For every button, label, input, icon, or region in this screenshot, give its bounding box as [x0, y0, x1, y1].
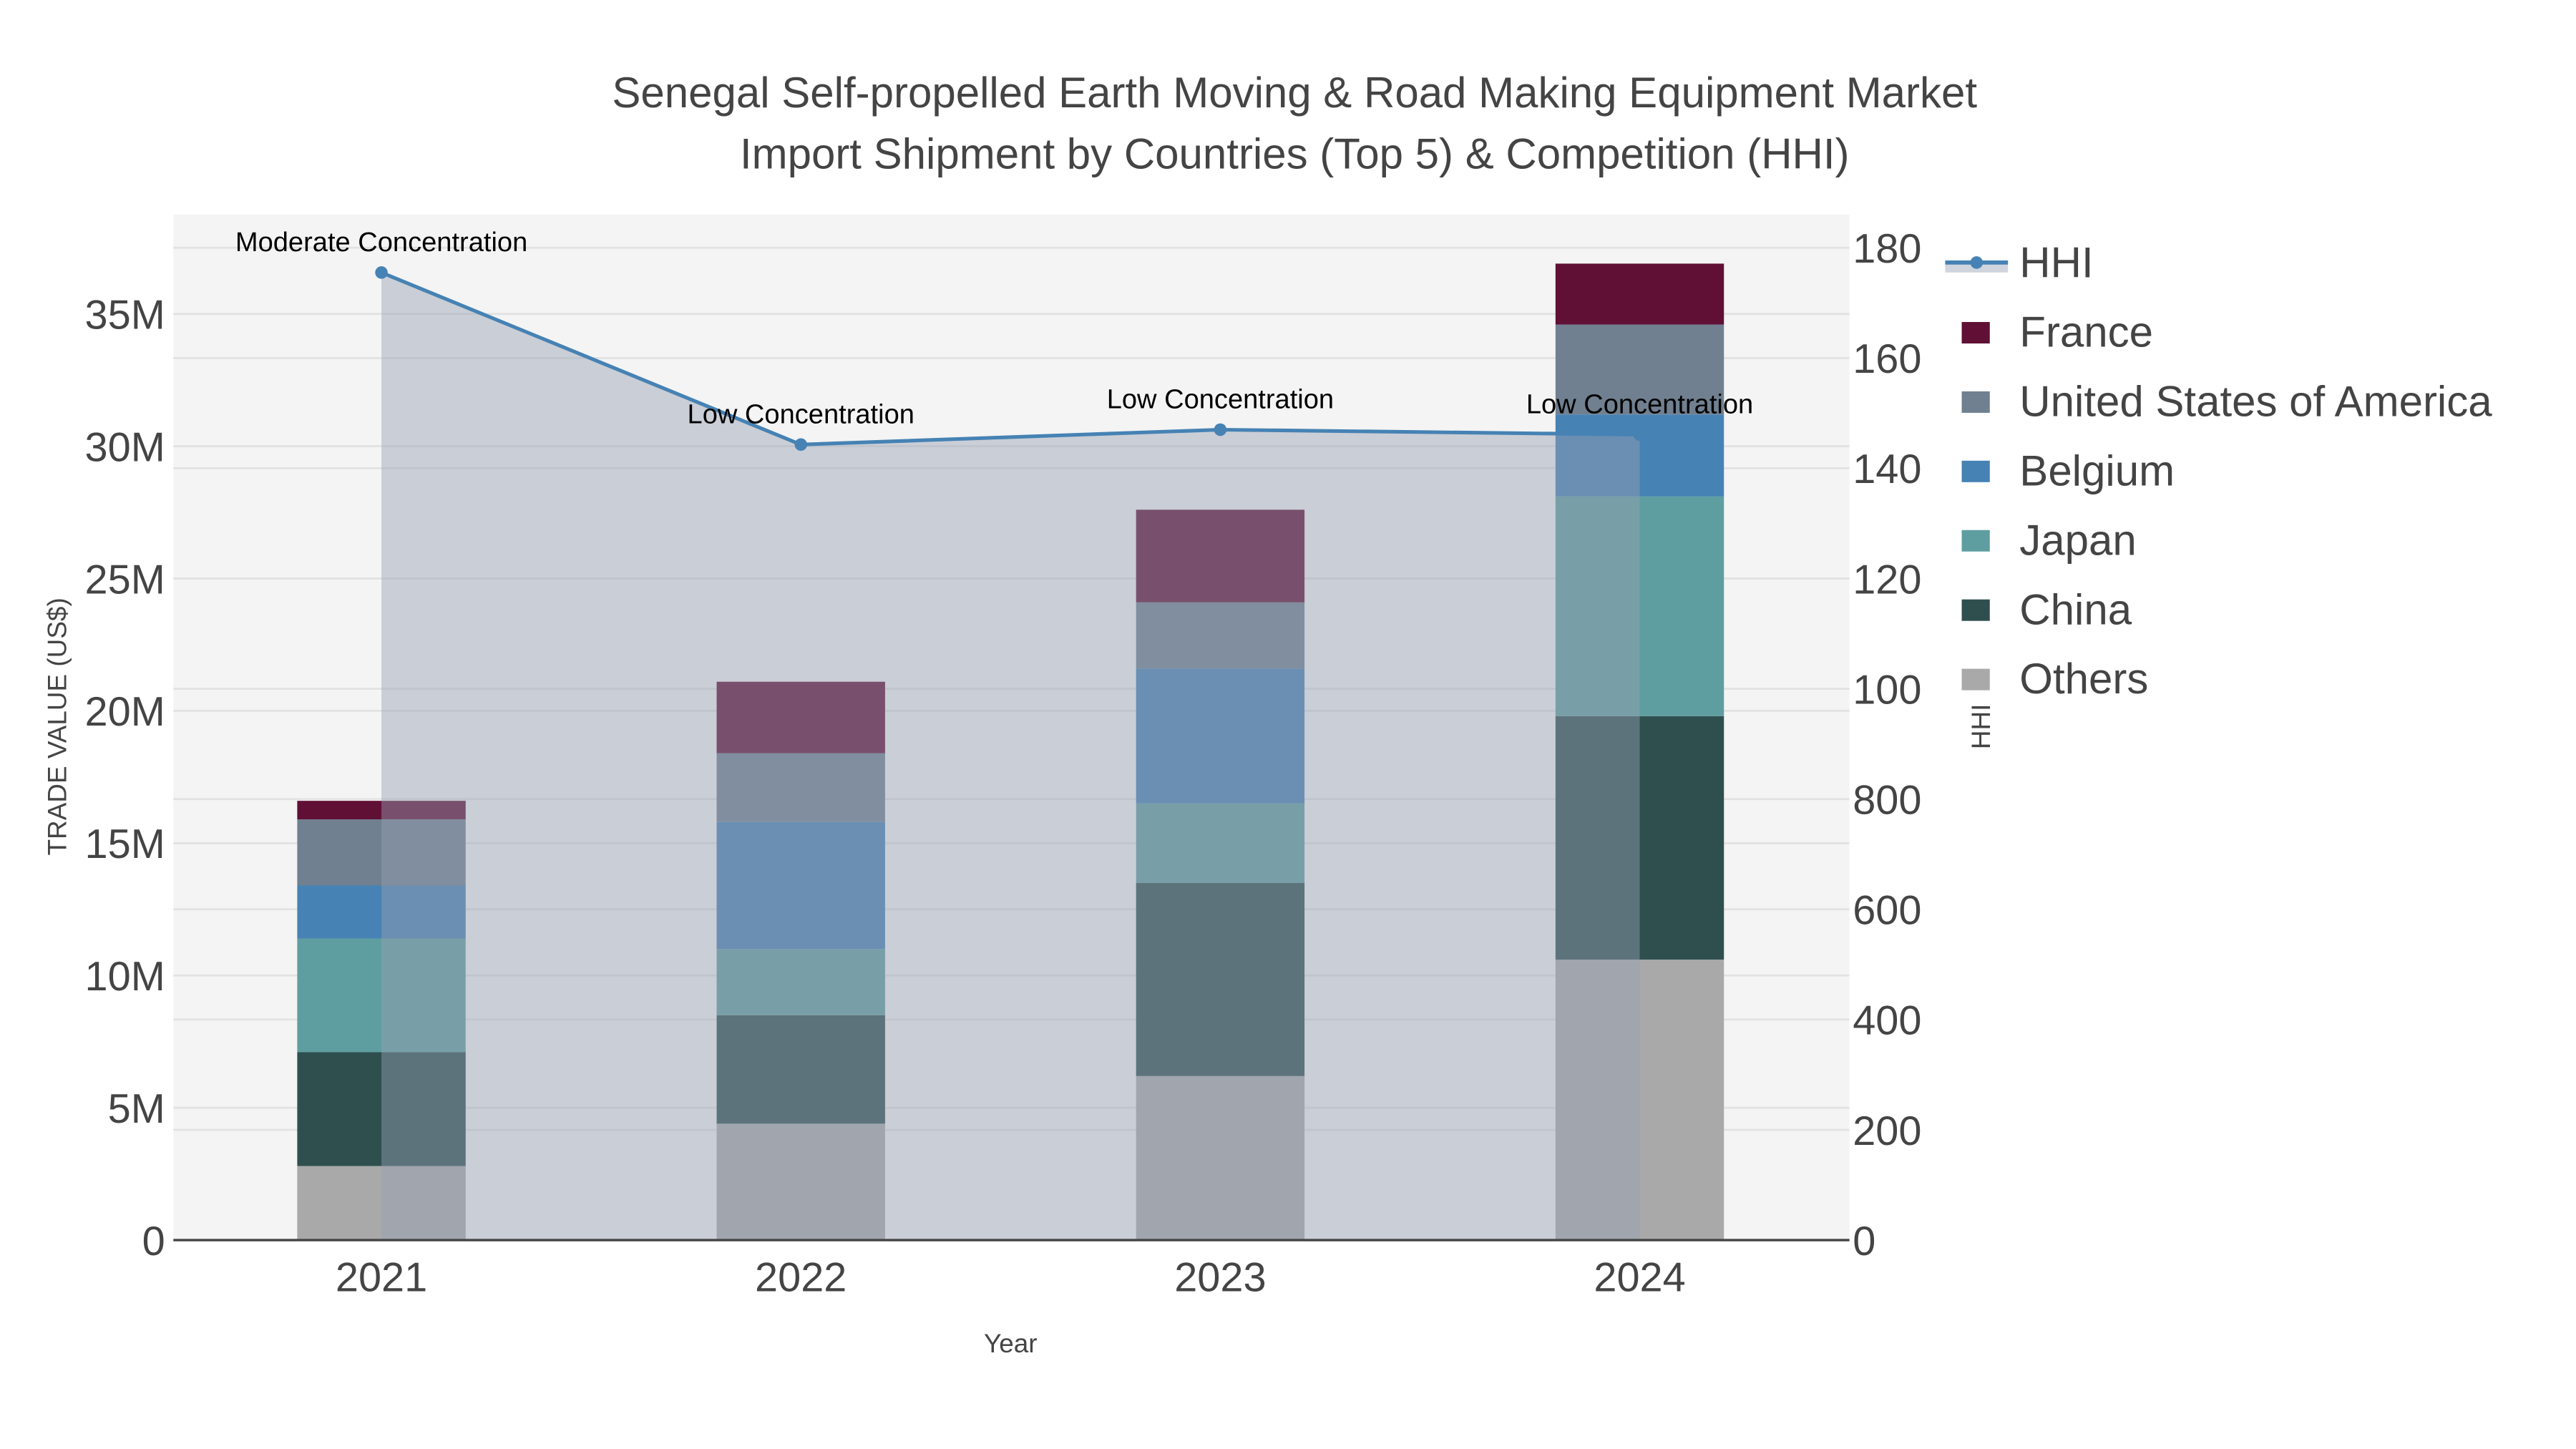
hhi-point — [1214, 423, 1227, 436]
y2-tick-label: 140 — [1853, 447, 1921, 492]
legend: HHI France United States of America Belgium… — [1945, 239, 2492, 703]
x-tick-label: 2022 — [755, 1255, 847, 1301]
y-tick-label: 25M — [85, 557, 165, 602]
legend-swatch-others — [1961, 668, 1990, 691]
hhi-point — [1633, 428, 1646, 441]
hhi-point — [375, 266, 388, 279]
legend-swatch-belgium — [1961, 460, 1990, 482]
legend-swatch-united-states-of-america — [1961, 391, 1990, 413]
y2-tick-label: 160 — [1853, 336, 1921, 382]
hhi-point — [794, 438, 807, 452]
y-tick-label: 5M — [108, 1086, 165, 1132]
legend-label: United States of America — [2019, 378, 2492, 426]
x-tick-label: 2023 — [1174, 1255, 1266, 1301]
y2-tick-label: 200 — [1853, 1108, 1921, 1154]
y-tick-label: 35M — [85, 292, 165, 338]
y-tick-label: 20M — [85, 689, 165, 735]
y2-tick-label: 0 — [1853, 1219, 1875, 1264]
chart-title-line-1: Senegal Self-propelled Earth Moving & Ro… — [612, 69, 1977, 117]
hhi-annotation: Moderate Concentration — [235, 228, 527, 258]
y2-tick-label: 120 — [1853, 557, 1921, 602]
legend-label: China — [2019, 585, 2132, 633]
legend-label: Belgium — [2019, 447, 2175, 494]
legend-hhi-marker — [1970, 256, 1984, 269]
legend-label: France — [2019, 308, 2153, 356]
y2-tick-label: 400 — [1853, 998, 1921, 1044]
y-tick-label: 15M — [85, 821, 165, 867]
legend-label: HHI — [2019, 239, 2093, 287]
x-axis-title: Year — [984, 1329, 1038, 1358]
chart-title-line-2: Import Shipment by Countries (Top 5) & C… — [740, 130, 1850, 177]
y-tick-label: 10M — [85, 954, 165, 1000]
y2-tick-label: 600 — [1853, 888, 1921, 934]
y-tick-label: 0 — [142, 1219, 165, 1264]
legend-swatch-france — [1961, 322, 1990, 343]
hhi-annotation: Low Concentration — [1526, 389, 1753, 419]
bar-france-2024 — [1555, 263, 1724, 325]
legend-label: Japan — [2019, 516, 2136, 564]
legend-label: Others — [2019, 655, 2148, 703]
hhi-annotation: Low Concentration — [688, 399, 914, 429]
y-axis-title: TRADE VALUE (US$) — [42, 597, 72, 855]
chart: Moderate Concentration Low Concentration L… — [42, 69, 2492, 1358]
x-tick-label: 2021 — [336, 1255, 427, 1301]
legend-swatch-china — [1961, 599, 1990, 621]
x-tick-label: 2024 — [1594, 1255, 1685, 1301]
y2-tick-label: 100 — [1853, 667, 1921, 713]
hhi-annotation: Low Concentration — [1107, 384, 1334, 414]
y2-axis-title: HHI — [1966, 704, 1996, 750]
y-tick-label: 30M — [85, 424, 165, 470]
y2-tick-label: 800 — [1853, 777, 1921, 823]
y2-tick-label: 180 — [1853, 226, 1921, 272]
legend-swatch-japan — [1961, 530, 1990, 552]
